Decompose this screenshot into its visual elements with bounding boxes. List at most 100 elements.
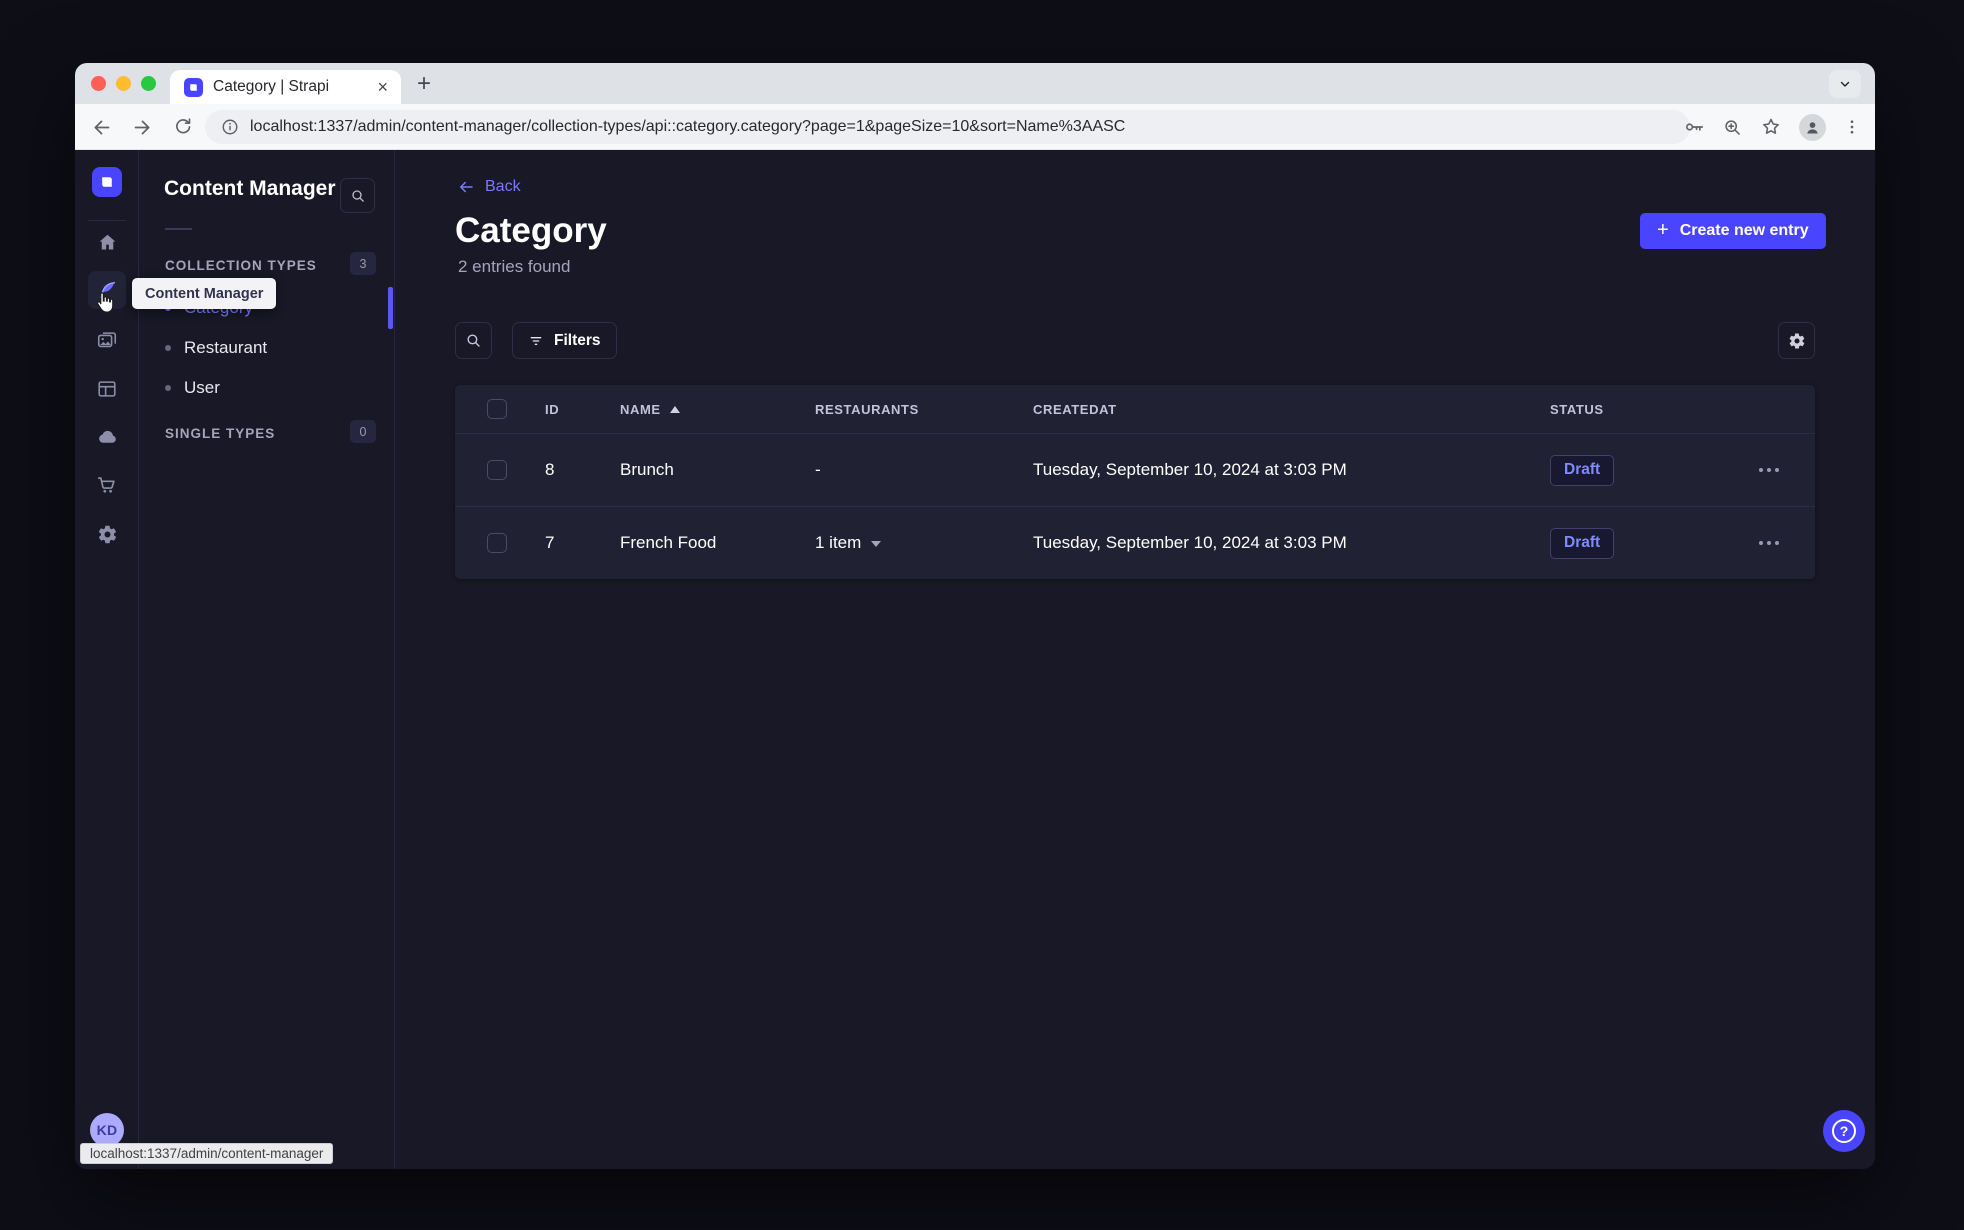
tab-search-button[interactable] (1829, 70, 1861, 98)
tab-title: Category | Strapi (213, 78, 330, 95)
row-actions-icon[interactable] (1759, 468, 1763, 472)
sidebar-item-content-type-builder[interactable] (88, 370, 126, 408)
strapi-admin: KD Content Manager COLLECTION TYPES 3 Ca… (75, 150, 1875, 1169)
user-avatar[interactable]: KD (90, 1113, 124, 1147)
view-settings-button[interactable] (1778, 322, 1815, 359)
active-item-indicator (388, 287, 393, 329)
sidebar-item-user[interactable]: User (165, 376, 220, 400)
strapi-logo-icon (102, 177, 112, 187)
sidebar-item-deploy[interactable] (88, 418, 126, 456)
reload-icon[interactable] (173, 117, 193, 137)
sidebar-item-marketplace[interactable] (88, 466, 126, 504)
search-icon (467, 334, 480, 347)
create-new-entry-button[interactable]: + Create new entry (1640, 213, 1826, 249)
strapi-logo-icon (190, 83, 197, 91)
header-status[interactable]: STATUS (1550, 402, 1745, 417)
list-search-button[interactable] (455, 322, 492, 359)
cell-id: 8 (545, 460, 555, 479)
collection-types-label: COLLECTION TYPES (165, 258, 317, 273)
zoom-window-button[interactable] (141, 76, 156, 91)
header-restaurants[interactable]: RESTAURANTS (815, 402, 1033, 417)
row-actions-icon[interactable] (1759, 541, 1763, 545)
header-id[interactable]: ID (545, 402, 620, 417)
media-library-icon (97, 332, 117, 348)
sidebar-item-media-library[interactable] (88, 321, 126, 359)
sidebar-item-settings[interactable] (88, 515, 126, 553)
single-types-label: SINGLE TYPES (165, 426, 276, 441)
gear-icon (98, 525, 116, 543)
minimize-window-button[interactable] (116, 76, 131, 91)
plus-icon: + (1657, 219, 1669, 241)
site-info-icon[interactable] (221, 118, 239, 136)
new-tab-button[interactable]: + (417, 63, 431, 104)
address-bar[interactable]: localhost:1337/admin/content-manager/col… (205, 110, 1690, 144)
nav-controls (91, 104, 193, 150)
status-badge: Draft (1550, 527, 1615, 559)
table-row[interactable]: 7 French Food 1 item Tuesday, September … (455, 506, 1815, 579)
page-title: Category (455, 211, 607, 250)
cell-restaurants: 1 item (815, 533, 862, 552)
person-icon (1807, 121, 1818, 133)
strapi-home-logo[interactable] (92, 167, 122, 197)
gear-icon (1789, 332, 1804, 348)
row-checkbox[interactable] (487, 460, 507, 480)
forward-icon[interactable] (132, 117, 153, 138)
entries-count: 2 entries found (458, 257, 571, 276)
sidebar-item-home[interactable] (88, 223, 126, 261)
home-icon (99, 234, 115, 249)
back-link[interactable]: Back (457, 178, 521, 196)
zoom-icon[interactable] (1722, 117, 1743, 138)
close-window-button[interactable] (91, 76, 106, 91)
single-types-badge: 0 (350, 420, 376, 443)
browser-profile-avatar[interactable] (1799, 113, 1826, 141)
content-type-builder-icon (98, 381, 116, 397)
cell-createdat: Tuesday, September 10, 2024 at 3:03 PM (1033, 460, 1347, 479)
subnav-title: Content Manager (164, 177, 336, 200)
cell-restaurants: - (815, 460, 821, 479)
tab-close-icon[interactable]: × (374, 78, 391, 96)
search-icon (351, 189, 364, 202)
cell-createdat: Tuesday, September 10, 2024 at 3:03 PM (1033, 533, 1347, 552)
row-checkbox[interactable] (487, 533, 507, 553)
cloud-icon (98, 430, 116, 443)
select-all-checkbox[interactable] (487, 399, 507, 419)
cell-name: French Food (620, 533, 717, 552)
filters-button[interactable]: Filters (512, 322, 617, 359)
browser-window: Category | Strapi × + localhost:1337/adm… (75, 63, 1875, 1169)
back-icon[interactable] (91, 117, 112, 138)
rail-divider (88, 220, 126, 221)
cell-name: Brunch (620, 460, 674, 479)
hand-cursor (91, 290, 117, 321)
status-badge: Draft (1550, 454, 1615, 486)
table-row[interactable]: 8 Brunch - Tuesday, September 10, 2024 a… (455, 433, 1815, 506)
sort-asc-icon[interactable] (669, 405, 680, 413)
toolbar-actions (1683, 104, 1861, 150)
shopping-cart-icon (97, 477, 115, 493)
password-key-icon[interactable] (1683, 116, 1705, 138)
browser-menu-icon[interactable] (1843, 118, 1861, 136)
tab-strip: Category | Strapi × + (75, 63, 1875, 104)
header-name[interactable]: NAME (620, 402, 661, 417)
browser-tab[interactable]: Category | Strapi × (170, 70, 401, 104)
table-header-row: ID NAME RESTAURANTS CREATEDAT STATUS (455, 385, 1815, 433)
bullet-icon (165, 385, 171, 391)
desktop: Category | Strapi × + localhost:1337/adm… (0, 0, 1964, 1230)
strapi-favicon (184, 77, 203, 97)
header-createdat[interactable]: CREATEDAT (1033, 402, 1550, 417)
main-content: Back Category 2 entries found + Create n… (395, 150, 1875, 1169)
arrow-left-icon (460, 181, 473, 193)
bullet-icon (165, 345, 171, 351)
filter-icon (530, 336, 542, 345)
traffic-lights (91, 63, 156, 104)
subnav-search-button[interactable] (340, 178, 375, 213)
browser-toolbar: localhost:1337/admin/content-manager/col… (75, 104, 1875, 150)
status-bar: localhost:1337/admin/content-manager (80, 1143, 334, 1164)
bookmark-star-icon[interactable] (1760, 116, 1782, 138)
chevron-down-icon (1840, 81, 1850, 87)
url-text[interactable]: localhost:1337/admin/content-manager/col… (250, 118, 1125, 136)
expand-caret-icon[interactable] (871, 541, 882, 547)
cell-id: 7 (545, 533, 555, 552)
help-button[interactable]: ? (1823, 1110, 1865, 1152)
entries-table: ID NAME RESTAURANTS CREATEDAT STATUS 8 B… (455, 385, 1815, 579)
sidebar-item-restaurant[interactable]: Restaurant (165, 336, 267, 360)
